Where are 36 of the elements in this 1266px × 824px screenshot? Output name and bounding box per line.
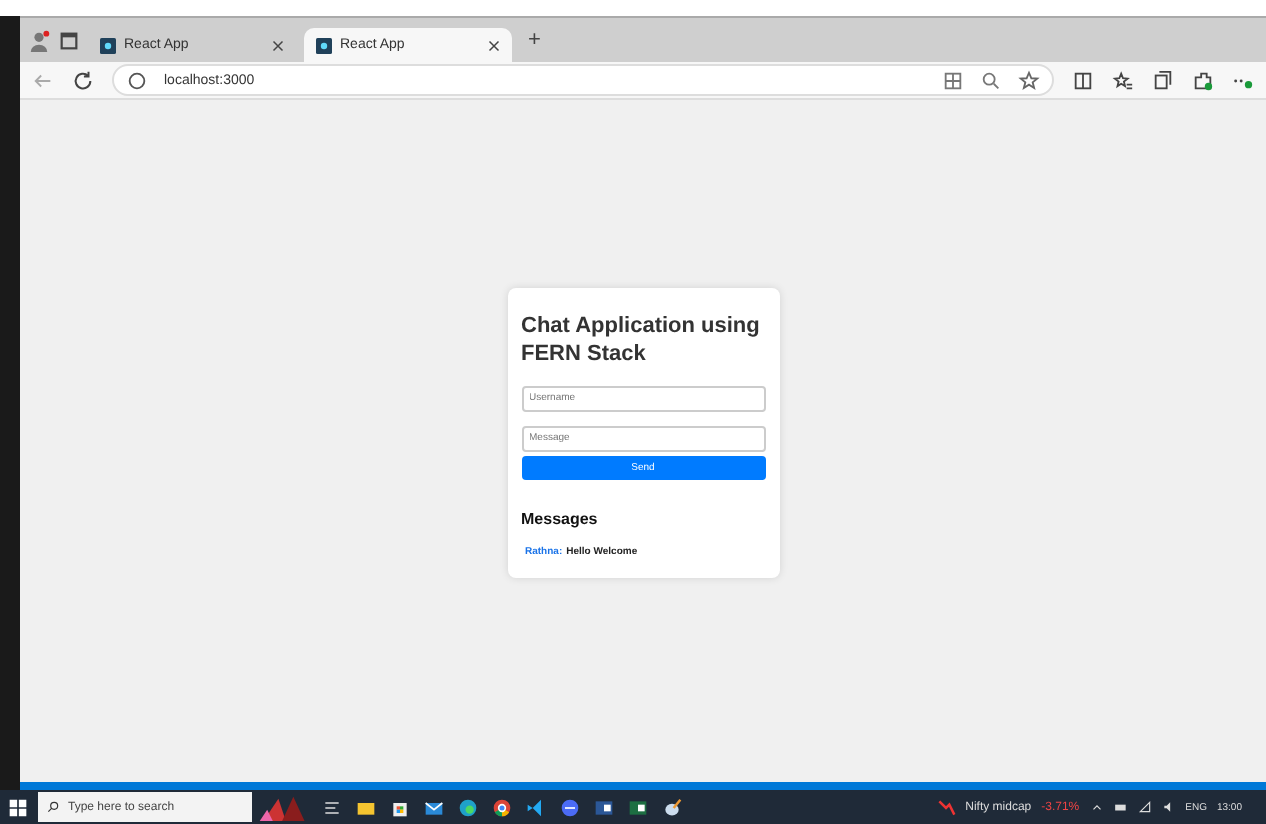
app-available-icon[interactable] [942,69,964,91]
chat-app-icon[interactable] [560,797,580,817]
chrome-icon[interactable] [492,797,512,817]
excel-icon[interactable] [628,797,648,817]
windows-start-icon[interactable] [8,797,28,817]
profile-icon[interactable] [28,29,50,51]
info-icon [126,69,148,91]
browser-icon[interactable] [458,797,478,817]
chevron-up-icon[interactable] [1089,800,1104,814]
app-favicon [316,37,332,53]
new-tab-button[interactable]: + [520,28,549,52]
app-favicon [100,37,116,53]
mail-icon[interactable] [424,797,444,817]
close-icon[interactable] [272,39,284,51]
network-icon[interactable] [1137,800,1152,814]
favorites-icon[interactable] [1112,69,1134,91]
star-icon[interactable] [1018,69,1040,91]
collections-icon[interactable] [1152,69,1174,91]
close-icon[interactable] [488,39,500,51]
battery-icon[interactable] [1113,800,1128,814]
messages-heading: Messages [521,509,600,528]
extension-icon[interactable] [1192,69,1214,91]
task-view-icon[interactable] [322,797,342,817]
split-screen-icon[interactable] [1072,69,1094,91]
store-icon[interactable] [390,797,410,817]
tab-actions-icon[interactable] [58,29,80,51]
zoom-icon[interactable] [980,69,1002,91]
word-icon[interactable] [594,797,614,817]
card-title: Chat Application using FERN Stack [521,314,762,368]
volume-icon[interactable] [1161,800,1176,814]
stock-trend-icon [935,797,956,817]
folder-icon[interactable] [356,797,376,817]
refresh-icon[interactable] [72,69,94,91]
paint-icon[interactable] [662,797,682,817]
search-icon [46,800,60,814]
code-editor-icon[interactable] [526,797,546,817]
